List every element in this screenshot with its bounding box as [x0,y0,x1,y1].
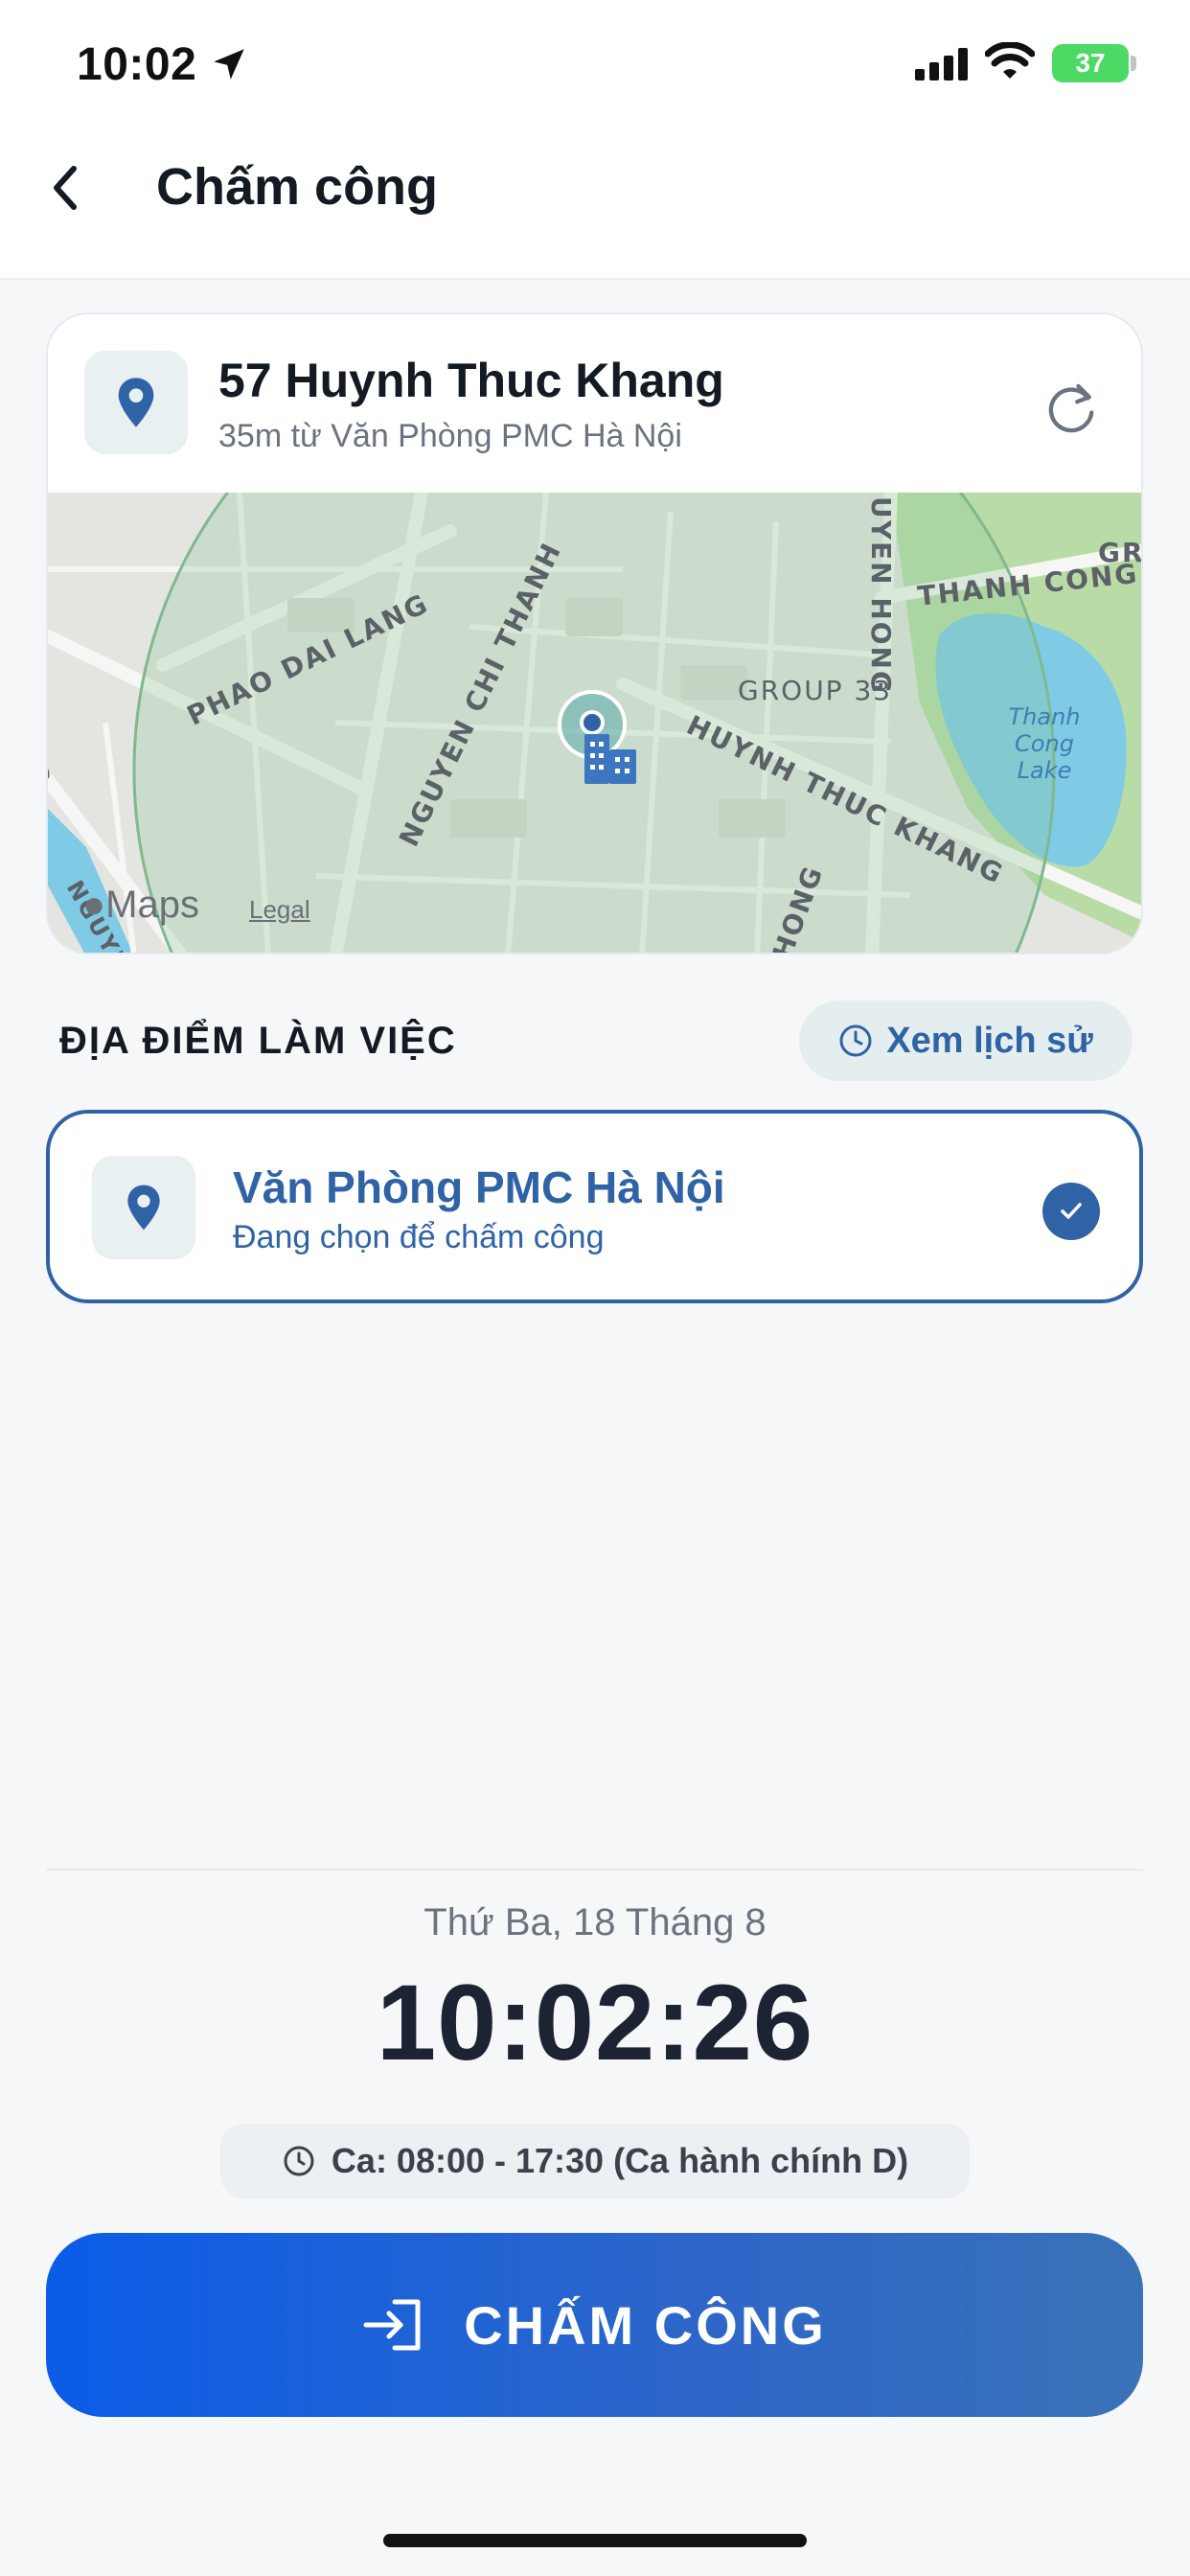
office-name: Văn Phòng PMC Hà Nội [233,1162,725,1212]
selected-check [1042,1183,1100,1240]
checkmark-icon [1061,1203,1082,1219]
location-pin-icon [127,1184,160,1230]
clock-icon [284,2146,314,2176]
clock-icon [839,1024,872,1057]
current-time: 10:02:26 [376,1963,814,2082]
refresh-icon[interactable] [1042,381,1100,439]
back-button[interactable] [42,159,88,217]
sign-in-icon [363,2299,421,2351]
divider [46,1869,1143,1871]
status-time: 10:02 [77,39,197,90]
map-label-uyen-hong: UYEN HONG [865,496,897,695]
location-arrow-icon [214,49,244,80]
lake-label: Thanh Cong Lake [1008,703,1081,784]
history-button-label: Xem lịch sử [886,1020,1093,1061]
cellular-signal-icon [915,48,968,80]
legal-link[interactable]: Legal [249,895,310,925]
current-address: 57 Huynh Thuc Khang [218,354,724,407]
distance-text: 35m từ Văn Phòng PMC Hà Nội [218,418,682,454]
history-button[interactable]: Xem lịch sử [799,1000,1133,1081]
office-status: Đang chọn để chấm công [233,1219,605,1255]
location-pin-icon [118,378,154,427]
battery-indicator: 37 [1052,44,1129,82]
shift-info: Ca: 08:00 - 17:30 (Ca hành chính D) [220,2124,970,2198]
page-title: Chấm công [156,158,439,216]
map-view[interactable]: PHAO DAI LANG NGUYEN CHI THANH HUYNH THU… [48,493,1143,953]
location-pin-badge [84,351,188,454]
current-date: Thứ Ba, 18 Tháng 8 [423,1901,767,1944]
current-location-card: 57 Huynh Thuc Khang 35m từ Văn Phòng PMC… [46,312,1143,954]
home-indicator [383,2534,807,2547]
check-in-button[interactable]: CHẤM CÔNG [46,2233,1143,2417]
office-pin-badge [92,1156,195,1259]
chevron-left-icon [54,166,77,210]
check-in-label: CHẤM CÔNG [464,2294,827,2356]
apple-logo-icon: ● [82,884,106,926]
battery-cap [1131,56,1136,71]
map-label-gr: GR [1098,537,1143,568]
shift-text: Ca: 08:00 - 17:30 (Ca hành chính D) [331,2141,909,2180]
office-card[interactable]: Văn Phòng PMC Hà Nội Đang chọn để chấm c… [46,1110,1143,1303]
wifi-icon [985,42,1035,79]
maps-attribution: ●Maps [82,884,199,926]
section-title: ĐỊA ĐIỂM LÀM VIỆC [59,1020,457,1062]
top-bar: 10:02 37 Chấm công [0,0,1190,280]
